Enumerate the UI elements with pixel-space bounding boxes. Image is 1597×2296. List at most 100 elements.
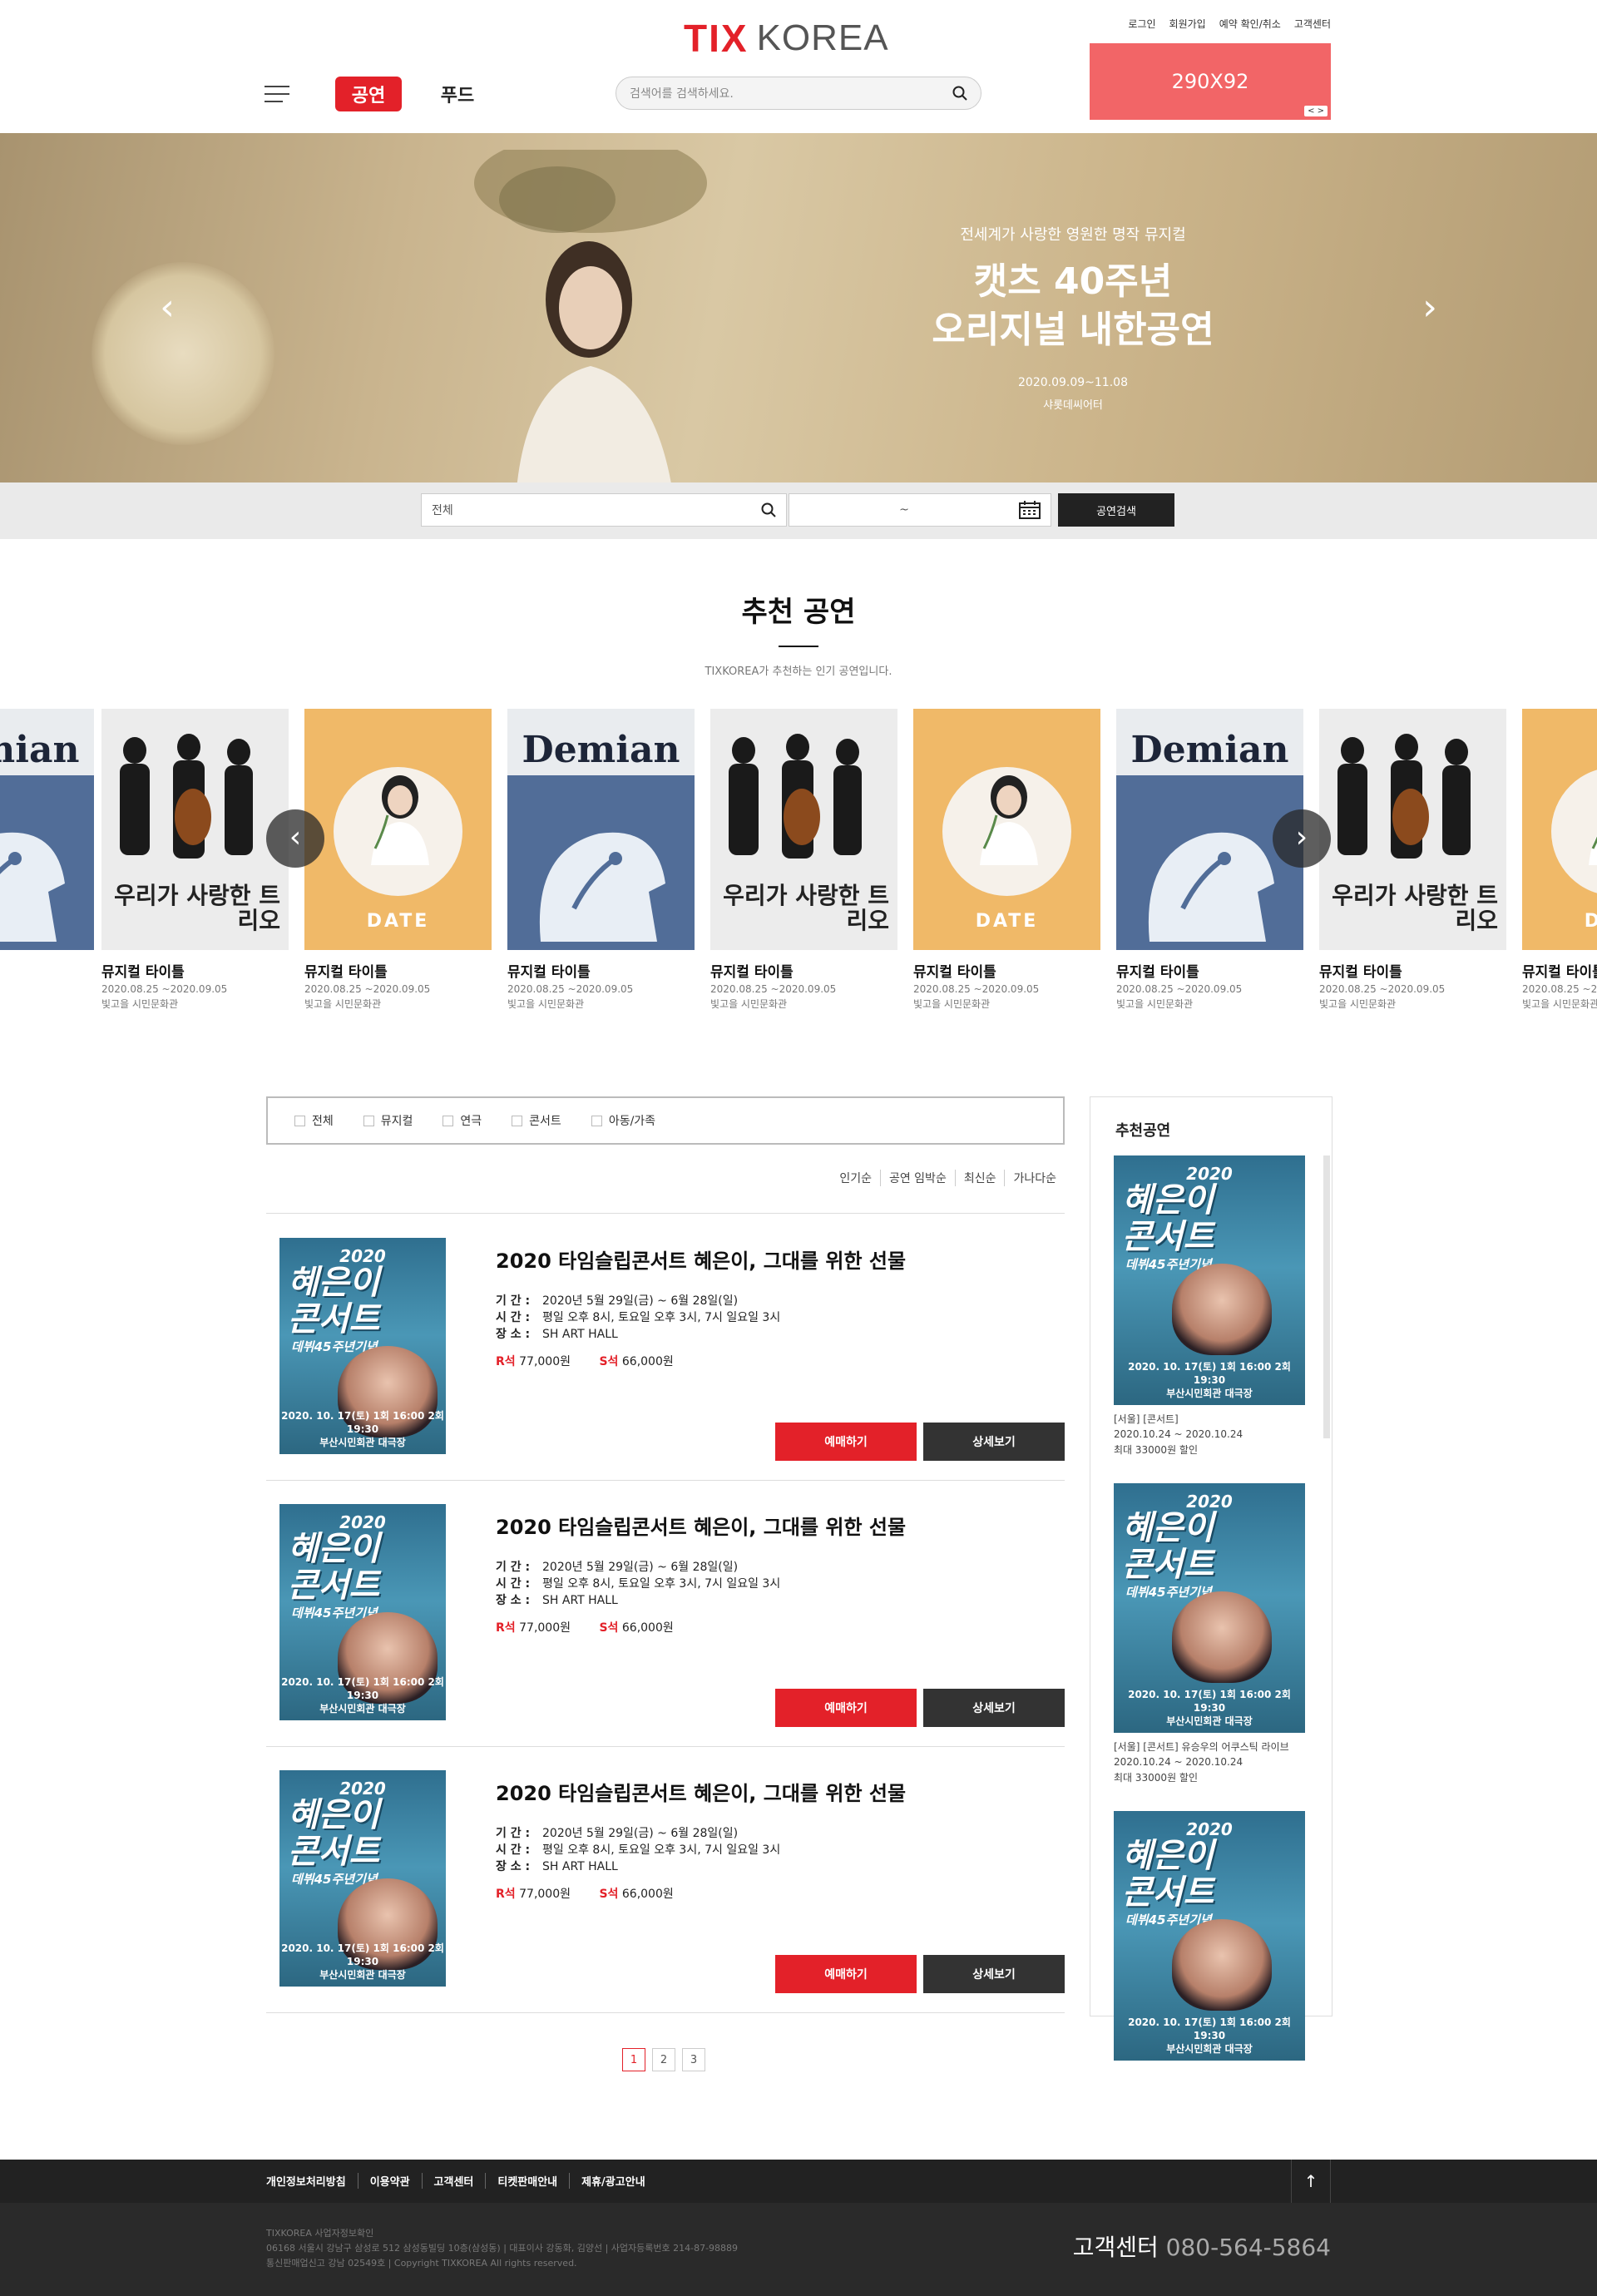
performance-poster[interactable]: 2020 혜은이 콘서트 데뷔45주년기념 2020. 10. 17(토) 1회 … [279,1770,446,1987]
carousel-item[interactable]: Demian 05 [0,709,94,973]
info-label: 시 간 : [496,1843,531,1857]
carousel-item[interactable]: 우리가 사랑한 트리오 뮤지컬 타이틀 2020.08.25 ~2020.09.… [101,709,289,1011]
poster-image: Demian [507,709,695,950]
category-musical[interactable]: 뮤지컬 [363,1112,413,1129]
carousel-item[interactable]: Demian 뮤지컬 타이틀 2020.08.25 ~2020.09.05 빛고… [1116,709,1303,1011]
tab-performance[interactable]: 공연 [335,77,402,111]
poster-title: Demian [522,729,680,771]
ticket-sales-link[interactable]: 티켓판매안내 [485,2173,569,2189]
sidebar-item[interactable]: 2020 혜은이 콘서트 데뷔45주년기념 2020. 10. 17(토) 1회 … [1114,1811,1305,2061]
reserve-button[interactable]: 예매하기 [775,1955,917,1993]
page-1[interactable]: 1 [622,2048,645,2071]
checkbox[interactable] [363,1115,374,1126]
category-all[interactable]: 전체 [294,1112,334,1129]
partnership-link[interactable]: 제휴/광고안내 [569,2173,657,2189]
carousel-item-name: 뮤지컬 타이틀 [507,964,591,981]
carousel-item[interactable]: 우리가 사랑한 트리오 뮤지컬 타이틀 2020.08.25 ~2020.09.… [1319,709,1506,1011]
performance-title[interactable]: 2020 타임슬립콘서트 혜은이, 그대를 위한 선물 [496,1511,906,1540]
footer-customer-center-link[interactable]: 고객센터 [421,2173,486,2189]
poster-bottom: 2020. 10. 17(토) 1회 16:00 2회 19:30 부산시민회관 … [281,1676,444,1715]
hero-prev-arrow[interactable]: ‹ [155,289,180,326]
calendar-icon[interactable] [1019,501,1041,519]
s-seat-price: 66,000원 [621,1621,674,1635]
poster-image: DATE [1522,709,1597,950]
search-icon[interactable] [952,86,967,101]
ad-controls[interactable]: < > [1304,106,1328,116]
category-play[interactable]: 연극 [443,1112,482,1129]
poster-bottom: 2020. 10. 17(토) 1회 16:00 2회 19:30 부산시민회관 … [281,1410,444,1448]
scroll-top-button[interactable]: ↑ [1291,2160,1331,2203]
poster-face-image [1172,1591,1272,1683]
sidebar-item[interactable]: 2020 혜은이 콘서트 데뷔45주년기념 2020. 10. 17(토) 1회 … [1114,1483,1305,1784]
carousel-item-venue: 빛고을 시민문화관 [1319,998,1397,1010]
reserve-button[interactable]: 예매하기 [775,1689,917,1727]
poster-title: DATE [1584,911,1597,932]
ad-banner[interactable]: 290X92 < > [1090,43,1331,120]
carousel-item[interactable]: DATE 뮤지컬 타이틀 2020.08.25 ~2020.09.05 빛고을 … [1522,709,1597,1011]
reservation-check-link[interactable]: 예약 확인/취소 [1219,17,1281,31]
performance-list-item: 2020 혜은이 콘서트 데뷔45주년기념 2020. 10. 17(토) 1회 … [266,1215,1065,1481]
poster-name: 혜은이 콘서트 [288,1264,380,1339]
site-logo[interactable]: TIX KOREA [684,17,889,60]
terms-link[interactable]: 이용약관 [357,2173,422,2189]
carousel-item[interactable]: DATE 뮤지컬 타이틀 2020.08.25 ~2020.09.05 빛고을 … [913,709,1100,1011]
checkbox[interactable] [591,1115,602,1126]
company-info-line: 통신판매업신고 강남 02549호 | Copyright TIXKOREA A… [266,2258,577,2269]
carousel-item[interactable]: DATE 뮤지컬 타이틀 2020.08.25 ~2020.09.05 빛고을 … [304,709,492,1011]
sort-popular[interactable]: 인기순 [831,1170,880,1186]
carousel-next-button[interactable]: › [1273,809,1331,868]
carousel-prev-button[interactable]: ‹ [266,809,324,868]
sort-latest[interactable]: 최신순 [954,1170,1005,1186]
hero-venue: 샤롯데씨어터 [1043,399,1103,412]
carousel-item[interactable]: Demian 뮤지컬 타이틀 2020.08.25 ~2020.09.05 빛고… [507,709,695,1011]
login-link[interactable]: 로그인 [1128,17,1155,31]
sidebar-item-date: 2020.10.24 ~ 2020.10.24 [1114,1428,1243,1440]
privacy-policy-link[interactable]: 개인정보처리방침 [266,2173,358,2189]
section-divider [779,646,818,647]
page-2[interactable]: 2 [652,2048,675,2071]
signup-link[interactable]: 회원가입 [1169,17,1206,31]
poster-bottom: 2020. 10. 17(토) 1회 16:00 2회 19:30 부산시민회관 … [281,1942,444,1981]
checkbox[interactable] [294,1115,305,1126]
menu-icon[interactable] [265,86,289,104]
hero-next-arrow[interactable]: › [1417,289,1442,326]
search-input[interactable]: 검색어를 검색하세요. [616,77,981,110]
customer-center-link[interactable]: 고객센터 [1294,17,1331,31]
poster-image: DATE [304,709,492,950]
performance-title[interactable]: 2020 타임슬립콘서트 혜은이, 그대를 위한 선물 [496,1777,906,1806]
poster-bottom: 2020. 10. 17(토) 1회 16:00 2회 19:30 부산시민회관 … [1128,1361,1291,1399]
performance-info: 기 간 : 2020년 5월 29일(금) ~ 6월 28일(일) 시 간 : 평일… [496,1559,780,1609]
checkbox[interactable] [512,1115,523,1126]
page-3[interactable]: 3 [682,2048,705,2071]
carousel-item[interactable]: 우리가 사랑한 트리오 뮤지컬 타이틀 2020.08.25 ~2020.09.… [710,709,897,1011]
performance-title[interactable]: 2020 타임슬립콘서트 혜은이, 그대를 위한 선물 [496,1244,906,1274]
hero-banner[interactable]: ‹ › 전세계가 사랑한 영원한 명작 뮤지컬 캣츠 40주년 오리지널 내한공… [0,133,1597,482]
carousel-item-venue: 빛고을 시민문화관 [507,998,585,1010]
category-concert[interactable]: 콘서트 [512,1112,561,1129]
performance-time: 평일 오후 8시, 토요일 오후 3시, 7시 일요일 3시 [542,1311,781,1324]
info-label: 기 간 : [496,1561,531,1574]
performance-poster[interactable]: 2020 혜은이 콘서트 데뷔45주년기념 2020. 10. 17(토) 1회 … [279,1504,446,1720]
sidebar-item[interactable]: 2020 혜은이 콘서트 데뷔45주년기념 2020. 10. 17(토) 1회 … [1114,1155,1305,1457]
carousel-item-venue: 빛고을 시민문화관 [710,998,788,1010]
performance-period: 2020년 5월 29일(금) ~ 6월 28일(일) [542,1294,739,1308]
sidebar-scrollbar[interactable] [1323,1155,1330,1438]
tab-food[interactable]: 푸드 [433,77,482,111]
reserve-button[interactable]: 예매하기 [775,1423,917,1461]
performance-poster[interactable]: 2020 혜은이 콘서트 데뷔45주년기념 2020. 10. 17(토) 1회 … [279,1238,446,1454]
info-label: 시 간 : [496,1311,531,1324]
detail-button[interactable]: 상세보기 [923,1955,1065,1993]
hero-sun-decoration [91,262,274,445]
poster-face-image [1172,1264,1272,1355]
date-range-input[interactable]: ~ [789,493,1051,527]
category-kids-family[interactable]: 아동/가족 [591,1112,655,1129]
performance-search-button[interactable]: 공연검색 [1058,493,1174,527]
detail-button[interactable]: 상세보기 [923,1689,1065,1727]
r-seat-price: 77,000원 [519,1888,571,1901]
sort-upcoming[interactable]: 공연 임박순 [879,1170,955,1186]
poster-image: DATE [913,709,1100,950]
checkbox[interactable] [443,1115,454,1126]
category-select[interactable]: 전체 [421,493,787,527]
detail-button[interactable]: 상세보기 [923,1423,1065,1461]
sort-alphabetical[interactable]: 가나다순 [1004,1170,1065,1186]
